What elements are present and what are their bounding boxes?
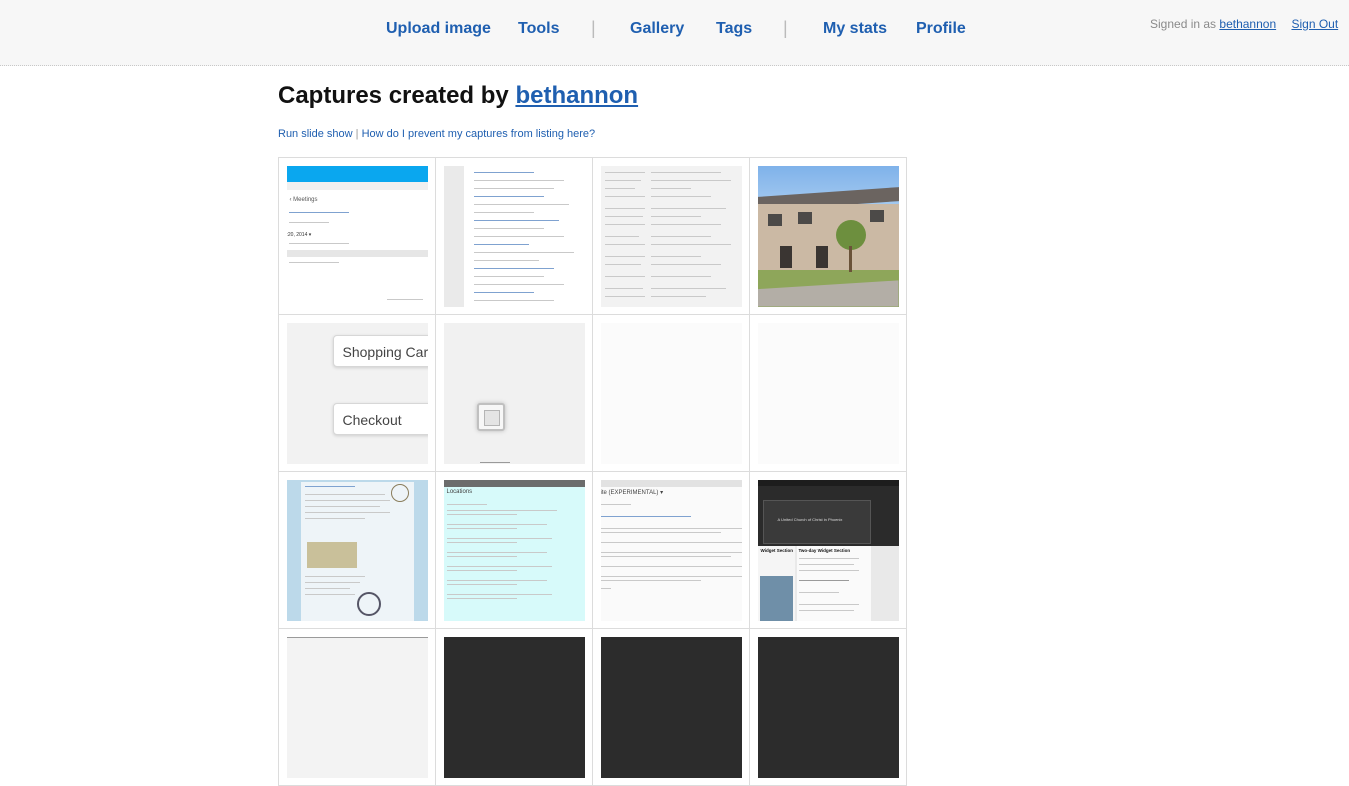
capture-image	[757, 322, 899, 464]
nav-gallery[interactable]: Gallery	[630, 20, 684, 38]
prevent-listing-link[interactable]: How do I prevent my captures from listin…	[362, 128, 596, 140]
capture-image	[443, 165, 585, 307]
page-links: Run slide show | How do I prevent my cap…	[278, 128, 595, 140]
captures-grid: ‹ Meetings :20, 2014 ▾ Shopping Cart Che…	[278, 157, 907, 786]
capture-image	[443, 636, 585, 778]
capture-thumbnail[interactable]	[279, 472, 436, 629]
capture-thumbnail[interactable]	[593, 158, 750, 315]
run-slideshow-link[interactable]: Run slide show	[278, 128, 353, 140]
capture-thumbnail[interactable]	[436, 158, 593, 315]
capture-image	[286, 479, 428, 621]
thumb-date: :20, 2014 ▾	[286, 231, 312, 238]
capture-image	[443, 322, 585, 464]
capture-image	[286, 636, 428, 778]
capture-thumbnail[interactable]	[436, 315, 593, 472]
top-bar: Upload image Tools | Gallery Tags | My s…	[0, 0, 1349, 66]
nav-tags[interactable]: Tags	[716, 20, 752, 38]
capture-thumbnail[interactable]	[750, 315, 907, 472]
sign-out-link[interactable]: Sign Out	[1291, 17, 1338, 31]
nav-tools[interactable]: Tools	[518, 20, 559, 38]
thumb-heading: Locations	[446, 488, 473, 495]
nav-profile[interactable]: Profile	[916, 20, 966, 38]
account-username-link[interactable]: bethannon	[1219, 17, 1276, 31]
capture-image	[757, 165, 899, 307]
capture-thumbnail[interactable]	[593, 315, 750, 472]
nav-separator: |	[591, 18, 596, 38]
capture-image	[600, 322, 742, 464]
link-separator: |	[355, 128, 359, 140]
thumb-heading: ite (EXPERIMENTAL) ▾	[600, 489, 664, 496]
capture-image: Shopping Cart Checkout	[286, 322, 428, 464]
page-title-user-link[interactable]: bethannon	[515, 82, 638, 109]
capture-image: ‹ Meetings :20, 2014 ▾	[286, 165, 428, 307]
page-title: Captures created by bethannon	[278, 82, 638, 110]
thumb-heading: ‹ Meetings	[289, 196, 318, 203]
account-status: Signed in as bethannon Sign Out	[1150, 17, 1338, 31]
checkbox-icon	[476, 402, 505, 431]
capture-image: Locations	[443, 479, 585, 621]
thumb-checkout-button: Checkout	[332, 402, 428, 435]
page-title-text: Captures created by	[278, 82, 509, 109]
nav-upload-image[interactable]: Upload image	[386, 20, 491, 38]
capture-thumbnail[interactable]: ‹ Meetings :20, 2014 ▾	[279, 158, 436, 315]
capture-thumbnail[interactable]: Locations	[436, 472, 593, 629]
thumb-shopping-cart-button: Shopping Cart	[332, 334, 428, 367]
capture-image: A United Church of Christ in Phoenix Wid…	[757, 479, 899, 621]
capture-image	[757, 636, 899, 778]
nav-my-stats[interactable]: My stats	[823, 20, 887, 38]
capture-image: ite (EXPERIMENTAL) ▾	[600, 479, 742, 621]
signed-in-label: Signed in as	[1150, 17, 1217, 31]
capture-image	[600, 636, 742, 778]
capture-thumbnail[interactable]	[279, 629, 436, 786]
thumb-card-text: A United Church of Christ in Phoenix	[777, 516, 843, 522]
nav-separator: |	[783, 18, 788, 38]
capture-thumbnail[interactable]: A United Church of Christ in Phoenix Wid…	[750, 472, 907, 629]
capture-image	[600, 165, 742, 307]
thumb-heading: Two-day Widget Section	[798, 547, 851, 553]
capture-thumbnail[interactable]	[593, 629, 750, 786]
thumb-widget-label: Widget Section	[760, 547, 793, 553]
capture-thumbnail[interactable]: Shopping Cart Checkout	[279, 315, 436, 472]
capture-thumbnail[interactable]: ite (EXPERIMENTAL) ▾	[593, 472, 750, 629]
capture-thumbnail[interactable]	[436, 629, 593, 786]
capture-thumbnail[interactable]	[750, 629, 907, 786]
capture-thumbnail[interactable]	[750, 158, 907, 315]
